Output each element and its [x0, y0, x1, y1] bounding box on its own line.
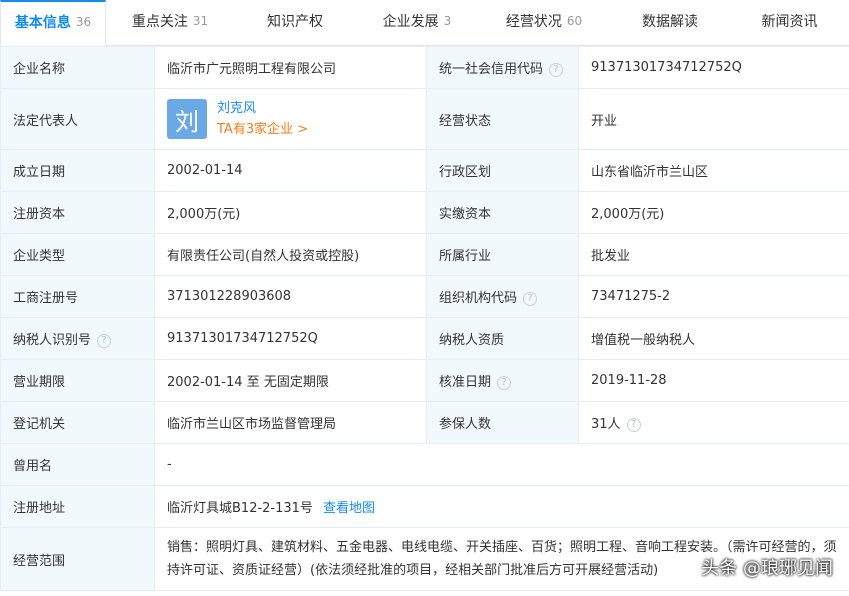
table-row: 注册资本 2,000万(元) 实缴资本 2,000万(元) [0, 191, 849, 234]
tab-basic-info[interactable]: 基本信息 36 [0, 0, 106, 46]
authority-value: 临沂市兰山区市场监督管理局 [154, 401, 427, 444]
table-row: 营业期限 2002-01-14 至 无固定期限 核准日期? 2019-11-28 [0, 359, 849, 402]
established-label: 成立日期 [0, 149, 155, 192]
view-map-link[interactable]: 查看地图 [323, 501, 375, 516]
taxpayer-id-label: 纳税人识别号? [0, 317, 155, 360]
tab-label: 经营状况 [505, 13, 562, 30]
term-value: 2002-01-14 至 无固定期限 [154, 359, 427, 402]
org-code-value: 73471275-2 [578, 275, 849, 318]
company-type-value: 有限责任公司(自然人投资或控股) [154, 233, 427, 276]
tab-count: 60 [566, 13, 583, 28]
help-icon[interactable]: ? [97, 333, 112, 348]
company-name-label: 企业名称 [0, 46, 155, 89]
tab-count: 3 [443, 13, 452, 28]
tab-label: 重点关注 [131, 13, 188, 30]
label-text: 核准日期 [439, 375, 492, 390]
industry-label: 所属行业 [426, 233, 579, 276]
tab-bar: 基本信息 36 重点关注 31 知识产权 企业发展 3 经营状况 60 数据解读 新闻资… [0, 0, 849, 46]
credit-code-value: 91371301734712752Q [578, 46, 849, 89]
label-text: 统一社会信用代码 [439, 62, 544, 77]
tab-key-focus[interactable]: 重点关注 31 [106, 0, 234, 45]
tab-count: 36 [75, 15, 92, 29]
insured-value: 31人? [578, 401, 849, 444]
tab-label: 基本信息 [14, 15, 71, 31]
table-row: 曾用名 - [0, 443, 849, 486]
tab-label: 知识产权 [267, 13, 323, 30]
tab-count: 31 [192, 13, 209, 28]
approval-date-value: 2019-11-28 [578, 359, 849, 402]
address-text: 临沂灯具城B12-2-131号 [167, 501, 313, 516]
insured-label: 参保人数 [426, 401, 579, 444]
reg-number-label: 工商注册号 [0, 275, 155, 318]
taxpayer-qual-value: 增值税一般纳税人 [578, 317, 849, 360]
org-code-label: 组织机构代码? [426, 275, 579, 318]
reg-number-value: 371301228903608 [154, 275, 427, 318]
help-icon[interactable]: ? [523, 291, 538, 306]
help-icon[interactable]: ? [497, 375, 512, 390]
reg-capital-value: 2,000万(元) [154, 191, 427, 234]
reg-capital-label: 注册资本 [0, 191, 155, 234]
address-value: 临沂灯具城B12-2-131号 查看地图 [154, 485, 849, 528]
watermark: 头条 @琅琊见闻 [701, 558, 833, 579]
industry-value: 批发业 [578, 233, 849, 276]
former-name-value: - [154, 443, 849, 486]
table-row: 成立日期 2002-01-14 行政区划 山东省临沂市兰山区 [0, 149, 849, 192]
company-info-table: 企业名称 临沂市广元照明工程有限公司 统一社会信用代码? 91371301734… [0, 46, 849, 591]
address-label: 注册地址 [0, 485, 155, 528]
status-value: 开业 [578, 88, 849, 150]
tab-ip[interactable]: 知识产权 [234, 0, 356, 45]
term-label: 营业期限 [0, 359, 155, 402]
tab-development[interactable]: 企业发展 3 [356, 0, 478, 45]
table-row: 企业名称 临沂市广元照明工程有限公司 统一社会信用代码? 91371301734… [0, 46, 849, 89]
table-row: 企业类型 有限责任公司(自然人投资或控股) 所属行业 批发业 [0, 233, 849, 276]
status-label: 经营状态 [426, 88, 579, 150]
taxpayer-qual-label: 纳税人资质 [426, 317, 579, 360]
table-row: 登记机关 临沂市兰山区市场监督管理局 参保人数 31人? [0, 401, 849, 444]
tab-news[interactable]: 新闻资讯 [730, 0, 849, 45]
legal-rep-value: 刘 刘克风 TA有3家企业 > [154, 88, 427, 150]
company-name-value: 临沂市广元照明工程有限公司 [154, 46, 427, 89]
credit-code-label: 统一社会信用代码? [426, 46, 579, 89]
legal-rep-label: 法定代表人 [0, 88, 155, 150]
established-value: 2002-01-14 [154, 149, 427, 192]
avatar[interactable]: 刘 [167, 99, 207, 139]
table-row: 注册地址 临沂灯具城B12-2-131号 查看地图 [0, 485, 849, 528]
legal-rep-name-link[interactable]: 刘克风 [217, 98, 308, 119]
insured-count: 31人 [591, 417, 621, 432]
help-icon[interactable]: ? [626, 417, 641, 432]
tab-label: 新闻资讯 [761, 13, 818, 30]
table-row: 工商注册号 371301228903608 组织机构代码? 73471275-2 [0, 275, 849, 318]
paid-capital-label: 实缴资本 [426, 191, 579, 234]
tab-label: 企业发展 [382, 13, 439, 30]
tab-label: 数据解读 [642, 13, 698, 30]
region-label: 行政区划 [426, 149, 579, 192]
scope-label: 经营范围 [0, 527, 155, 591]
company-type-label: 企业类型 [0, 233, 155, 276]
label-text: 纳税人识别号 [13, 333, 92, 348]
approval-date-label: 核准日期? [426, 359, 579, 402]
label-text: 组织机构代码 [439, 291, 518, 306]
taxpayer-id-value: 91371301734712752Q [154, 317, 427, 360]
tab-data-insight[interactable]: 数据解读 [610, 0, 730, 45]
legal-rep-companies-link[interactable]: TA有3家企业 > [217, 119, 308, 140]
former-name-label: 曾用名 [0, 443, 155, 486]
tab-operations[interactable]: 经营状况 60 [478, 0, 610, 45]
table-row: 法定代表人 刘 刘克风 TA有3家企业 > 经营状态 开业 [0, 88, 849, 150]
paid-capital-value: 2,000万(元) [578, 191, 849, 234]
help-icon[interactable]: ? [549, 62, 564, 77]
authority-label: 登记机关 [0, 401, 155, 444]
table-row: 纳税人识别号? 91371301734712752Q 纳税人资质 增值税一般纳税… [0, 317, 849, 360]
region-value: 山东省临沂市兰山区 [578, 149, 849, 192]
